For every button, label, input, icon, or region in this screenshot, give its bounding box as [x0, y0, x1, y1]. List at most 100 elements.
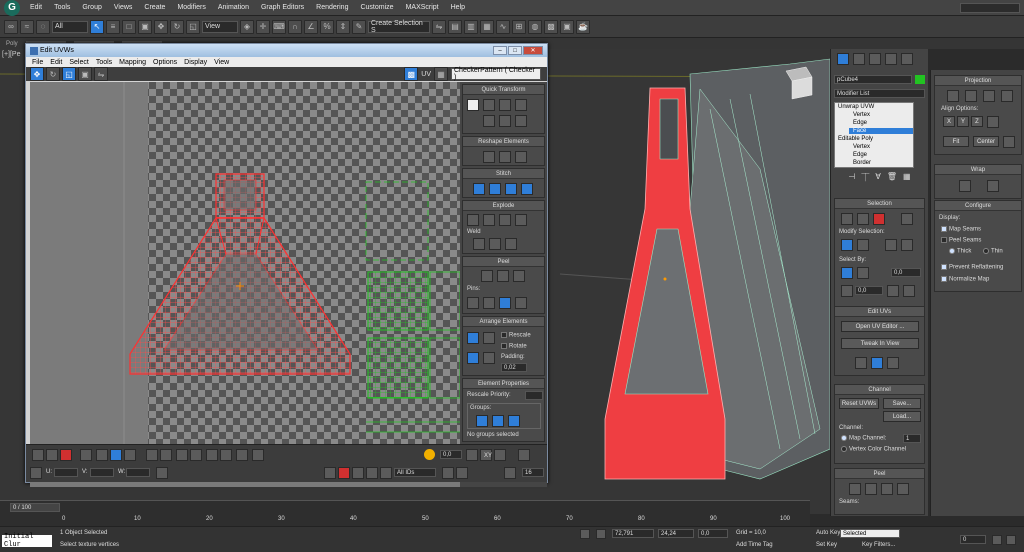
element-properties-header[interactable]: Element Properties	[463, 379, 544, 389]
align-z-button[interactable]: Z	[971, 116, 983, 127]
schematic-view-icon[interactable]: ⊞	[512, 19, 526, 34]
manipulate-icon[interactable]: ✛	[256, 19, 270, 34]
uv-soft-select-icon[interactable]	[252, 449, 264, 461]
planar-angle-icon[interactable]	[841, 285, 853, 297]
falloff-field[interactable]: 0,0	[440, 450, 462, 459]
target-weld-icon[interactable]	[473, 238, 485, 250]
time-slider[interactable]: 0 / 100	[0, 500, 810, 514]
stitch-settings-icon[interactable]	[521, 183, 533, 195]
prevent-reflattening-checkbox[interactable]: Prevent Reflattening	[941, 264, 1003, 271]
map-seams-checkbox[interactable]: Map Seams	[941, 226, 981, 233]
time-config-icon[interactable]	[992, 535, 1002, 545]
quick-peel-icon[interactable]	[849, 483, 861, 495]
uv-menu-file[interactable]: File	[32, 59, 43, 66]
rescale-priority-field[interactable]	[525, 391, 543, 400]
modifier-list-dropdown[interactable]: Modifier List	[834, 89, 925, 98]
material-ids-dropdown[interactable]: All IDs	[394, 468, 436, 477]
menu-group[interactable]: Group	[76, 4, 107, 11]
render-setup-icon[interactable]: ▩	[544, 19, 558, 34]
group-add-icon[interactable]	[492, 415, 504, 427]
reset-peel-icon[interactable]	[513, 270, 525, 282]
bind-icon[interactable]: ◌	[36, 19, 50, 34]
detach-icon[interactable]	[483, 214, 495, 226]
uv-menu-tools[interactable]: Tools	[96, 59, 112, 66]
falloff-type-icon[interactable]	[466, 449, 478, 461]
peel-uv-header[interactable]: Peel	[463, 257, 544, 267]
rotate-icon[interactable]: ↻	[170, 19, 184, 34]
stitch-to-target-icon[interactable]	[473, 183, 485, 195]
select-by-angle-field[interactable]: 0,0	[891, 268, 921, 277]
uv-paint-select-icon[interactable]	[96, 449, 108, 461]
uv-space-label[interactable]: UV	[421, 71, 431, 78]
pack-custom-icon[interactable]	[467, 332, 479, 344]
lock-icon[interactable]	[580, 529, 590, 539]
uv-element-mode-icon[interactable]	[80, 449, 92, 461]
frame-counter[interactable]: 0 / 100	[10, 503, 60, 512]
maxscript-listener[interactable]: Initial Clur	[2, 533, 52, 549]
zoom-time-icon[interactable]	[1006, 535, 1016, 545]
face-mode-icon[interactable]	[873, 213, 885, 225]
y-coordinate-field[interactable]: 24,24	[658, 529, 694, 538]
soft-selection-icon[interactable]	[424, 449, 435, 460]
menu-customize[interactable]: Customize	[354, 4, 399, 11]
uv-rotate-icon[interactable]: ↻	[46, 67, 60, 81]
modify-tab-icon[interactable]	[853, 53, 865, 65]
vertex-mode-icon[interactable]	[841, 213, 853, 225]
flatten-settings-icon[interactable]	[515, 214, 527, 226]
reference-coordinate-dropdown[interactable]: View	[202, 20, 238, 33]
keyboard-shortcut-icon[interactable]: ⌨	[272, 19, 286, 34]
relax-icon[interactable]	[881, 483, 893, 495]
grow-selection-icon[interactable]	[841, 239, 853, 251]
named-selection-set-dropdown[interactable]: Create Selection S	[368, 20, 430, 34]
normalize-map-checkbox[interactable]: Normalize Map	[941, 276, 989, 283]
pan-hand-icon[interactable]	[442, 467, 454, 479]
menu-maxscript[interactable]: MAXScript	[400, 4, 445, 11]
set-key-label[interactable]: Set Key	[816, 542, 837, 548]
thick-radio[interactable]: Thick	[949, 248, 971, 255]
planar-map-icon[interactable]	[947, 90, 959, 102]
box-map-icon[interactable]	[1001, 90, 1013, 102]
uv-menu-select[interactable]: Select	[69, 59, 88, 66]
align-icon[interactable]: ▤	[448, 19, 462, 34]
stack-item-border[interactable]: Border	[853, 160, 871, 166]
z-coordinate-field[interactable]: 0,0	[698, 529, 728, 538]
stitch-to-source-icon[interactable]	[505, 183, 517, 195]
uv-select-face-icon[interactable]	[60, 449, 72, 461]
select-pinned-icon[interactable]	[515, 297, 527, 309]
explode-header[interactable]: Explode	[463, 201, 544, 211]
uv-options-icon[interactable]: ▦	[434, 67, 448, 81]
select-by-material-icon[interactable]	[903, 285, 915, 297]
uv-menu-view[interactable]: View	[214, 59, 229, 66]
rescale-checkbox[interactable]: Rescale	[501, 332, 531, 339]
select-by-smooth-icon[interactable]	[887, 285, 899, 297]
menu-create[interactable]: Create	[138, 4, 171, 11]
peel-mode-icon[interactable]	[497, 270, 509, 282]
uv-paint-brush-icon[interactable]	[236, 449, 248, 461]
x-coordinate-field[interactable]: 72,791	[612, 529, 654, 538]
peel-extra-icon[interactable]	[897, 483, 909, 495]
uv-grow-icon[interactable]	[146, 449, 158, 461]
pack-together-icon[interactable]	[467, 352, 479, 364]
spline-map-icon[interactable]	[959, 180, 971, 192]
move-icon[interactable]: ✥	[154, 19, 168, 34]
stitch-average-icon[interactable]	[489, 183, 501, 195]
render-production-icon[interactable]: ☕	[576, 19, 590, 34]
motion-tab-icon[interactable]	[885, 53, 897, 65]
filter-icon[interactable]	[380, 467, 392, 479]
uv-menu-options[interactable]: Options	[153, 59, 177, 66]
snap-3d-icon[interactable]: ∩	[288, 19, 302, 34]
uv-freeform-icon[interactable]: ▣	[78, 67, 92, 81]
weld-selected-icon[interactable]	[489, 238, 501, 250]
unfreeze-icon[interactable]	[366, 467, 378, 479]
channel-rollout-header[interactable]: Channel	[835, 385, 924, 395]
quick-planar-align-icon[interactable]	[871, 357, 883, 369]
shrink-selection-icon[interactable]	[857, 239, 869, 251]
grid-snap-icon[interactable]	[518, 449, 530, 461]
filter-selected-faces-icon[interactable]	[324, 467, 336, 479]
object-color-swatch[interactable]	[915, 75, 925, 84]
ribbon-toggle-icon[interactable]: ▦	[480, 19, 494, 34]
angle-snap-icon[interactable]: ∠	[304, 19, 318, 34]
select-object-icon[interactable]: ↖	[90, 19, 104, 34]
edge-mode-icon[interactable]	[857, 213, 869, 225]
vertex-color-channel-option[interactable]: Vertex Color Channel	[841, 446, 906, 453]
